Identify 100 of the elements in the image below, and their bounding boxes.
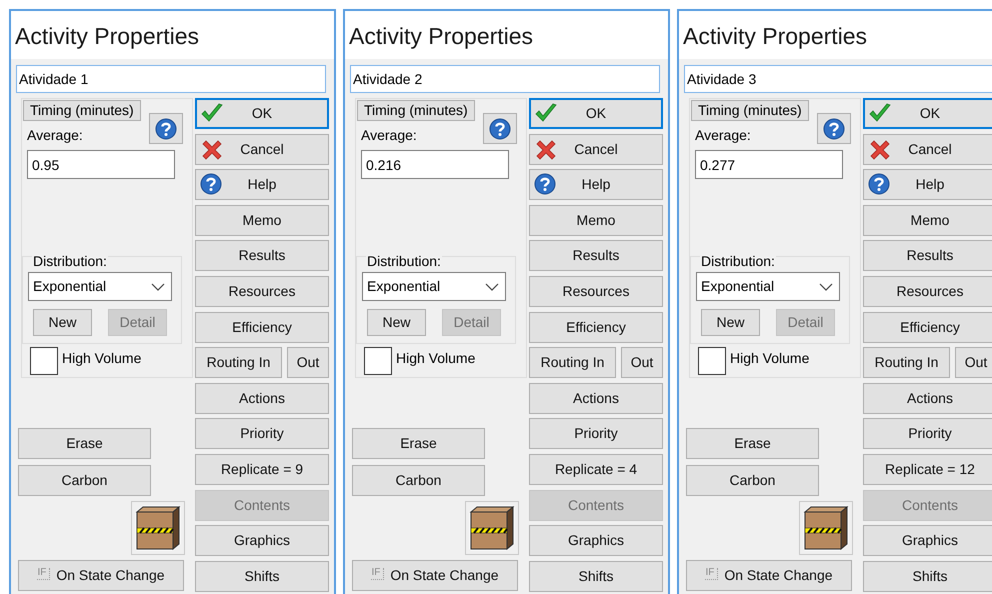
action-button[interactable]: Carbon [352, 465, 485, 496]
dialog-button[interactable]: Graphics [863, 525, 992, 556]
checkbox-label: High Volume [396, 349, 476, 368]
dialog-button[interactable]: OK [195, 98, 329, 129]
dialog-button[interactable]: Replicate = 9 [195, 454, 329, 485]
check-icon [201, 103, 223, 123]
help-button[interactable] [483, 113, 517, 144]
dialog-button[interactable]: Routing In [529, 347, 616, 378]
help-icon [823, 118, 845, 140]
high-volume-checkbox[interactable] [698, 347, 726, 375]
dialog-button[interactable]: Actions [195, 382, 329, 414]
dialog-button[interactable]: Actions [863, 382, 992, 414]
action-button[interactable]: Carbon [18, 465, 151, 496]
dialog-button[interactable]: Help [529, 169, 663, 200]
dialog-button[interactable]: OK [863, 98, 992, 129]
distribution-button[interactable]: New [367, 309, 426, 336]
checkbox-label: High Volume [730, 349, 810, 368]
dialog-title: Activity Properties [349, 22, 534, 50]
dialog-button[interactable]: Out [621, 347, 663, 378]
dialog-button[interactable]: Routing In [863, 347, 950, 378]
chevron-down-icon [819, 282, 833, 290]
check-icon [869, 103, 891, 123]
box-icon [803, 506, 849, 550]
dialog-button[interactable]: Cancel [863, 134, 992, 165]
dialog-title: Activity Properties [683, 22, 868, 50]
action-button[interactable]: Carbon [686, 465, 819, 496]
distribution-dropdown[interactable]: Exponential [28, 272, 172, 301]
dialog-button[interactable]: Memo [863, 204, 992, 236]
help-icon [868, 173, 890, 196]
average-label: Average: [695, 126, 751, 145]
name-field[interactable]: Atividade 1 [16, 65, 326, 93]
on-state-change-button[interactable]: IF On State Change [686, 560, 852, 591]
graphic-button[interactable] [465, 501, 519, 555]
dialog-button[interactable]: Shifts [863, 560, 992, 592]
distribution-dropdown[interactable]: Exponential [362, 272, 506, 301]
dialog-button[interactable]: Out [955, 347, 992, 378]
average-label: Average: [361, 126, 417, 145]
on-state-change-button[interactable]: IF On State Change [352, 560, 518, 591]
close-icon [869, 138, 891, 161]
average-field[interactable]: 0.216 [361, 150, 509, 179]
dialog-button[interactable]: Actions [529, 382, 663, 414]
action-button[interactable]: Erase [686, 428, 819, 459]
help-icon [155, 118, 177, 140]
name-field[interactable]: Atividade 3 [684, 65, 992, 93]
graphic-button[interactable] [799, 501, 853, 555]
dialog-button[interactable]: Results [195, 240, 329, 272]
timing-tab[interactable]: Timing (minutes) [23, 100, 141, 121]
dialog-button[interactable]: Cancel [195, 134, 329, 165]
dialog-button[interactable]: Efficiency [863, 312, 992, 343]
action-button[interactable]: Erase [352, 428, 485, 459]
chevron-down-icon [151, 282, 165, 290]
high-volume-checkbox[interactable] [30, 347, 58, 375]
dialog-button[interactable]: Priority [195, 418, 329, 450]
dialog-button[interactable]: Replicate = 4 [529, 454, 663, 485]
close-icon [201, 138, 223, 161]
dialog-button[interactable]: Resources [195, 276, 329, 307]
timing-tab[interactable]: Timing (minutes) [691, 100, 809, 121]
dialog-button[interactable]: Priority [529, 418, 663, 450]
dialog-button[interactable]: Resources [529, 276, 663, 307]
help-button[interactable] [149, 113, 183, 144]
distribution-button[interactable]: New [701, 309, 760, 336]
dialog-button[interactable]: Shifts [195, 560, 329, 592]
help-icon [489, 118, 511, 140]
dialog-button[interactable]: Cancel [529, 134, 663, 165]
dialog-button[interactable]: Memo [195, 204, 329, 236]
dialog-button[interactable]: Resources [863, 276, 992, 307]
help-button[interactable] [817, 113, 851, 144]
name-field[interactable]: Atividade 2 [350, 65, 660, 93]
dialog-button[interactable]: Efficiency [529, 312, 663, 343]
distribution-button[interactable]: New [33, 309, 92, 336]
dialog-button[interactable]: Graphics [195, 525, 329, 556]
dialog-button[interactable]: Memo [529, 204, 663, 236]
on-state-change-button[interactable]: IF On State Change [18, 560, 184, 591]
dialog-button[interactable]: Replicate = 12 [863, 454, 992, 485]
close-icon [535, 138, 557, 161]
chevron-down-icon [485, 282, 499, 290]
help-icon [200, 173, 222, 196]
dialog-button[interactable]: OK [529, 98, 663, 129]
dialog-button[interactable]: Graphics [529, 525, 663, 556]
dialog-button[interactable]: Results [529, 240, 663, 272]
dialog-button[interactable]: Help [195, 169, 329, 200]
distribution-dropdown[interactable]: Exponential [696, 272, 840, 301]
checkbox-label: High Volume [62, 349, 142, 368]
dialog-button[interactable]: Efficiency [195, 312, 329, 343]
graphic-button[interactable] [131, 501, 185, 555]
dialog-button[interactable]: Help [863, 169, 992, 200]
action-button[interactable]: Erase [18, 428, 151, 459]
average-field[interactable]: 0.277 [695, 150, 843, 179]
dialog-button[interactable]: Priority [863, 418, 992, 450]
box-icon [469, 506, 515, 550]
average-label: Average: [27, 126, 83, 145]
dialog-button[interactable]: Out [287, 347, 329, 378]
help-icon [534, 173, 556, 196]
average-field[interactable]: 0.95 [27, 150, 175, 179]
timing-tab[interactable]: Timing (minutes) [357, 100, 475, 121]
dialog-button[interactable]: Routing In [195, 347, 282, 378]
dialog-button[interactable]: Shifts [529, 560, 663, 592]
dialog-button[interactable]: Results [863, 240, 992, 272]
dialog-title: Activity Properties [15, 22, 200, 50]
high-volume-checkbox[interactable] [364, 347, 392, 375]
